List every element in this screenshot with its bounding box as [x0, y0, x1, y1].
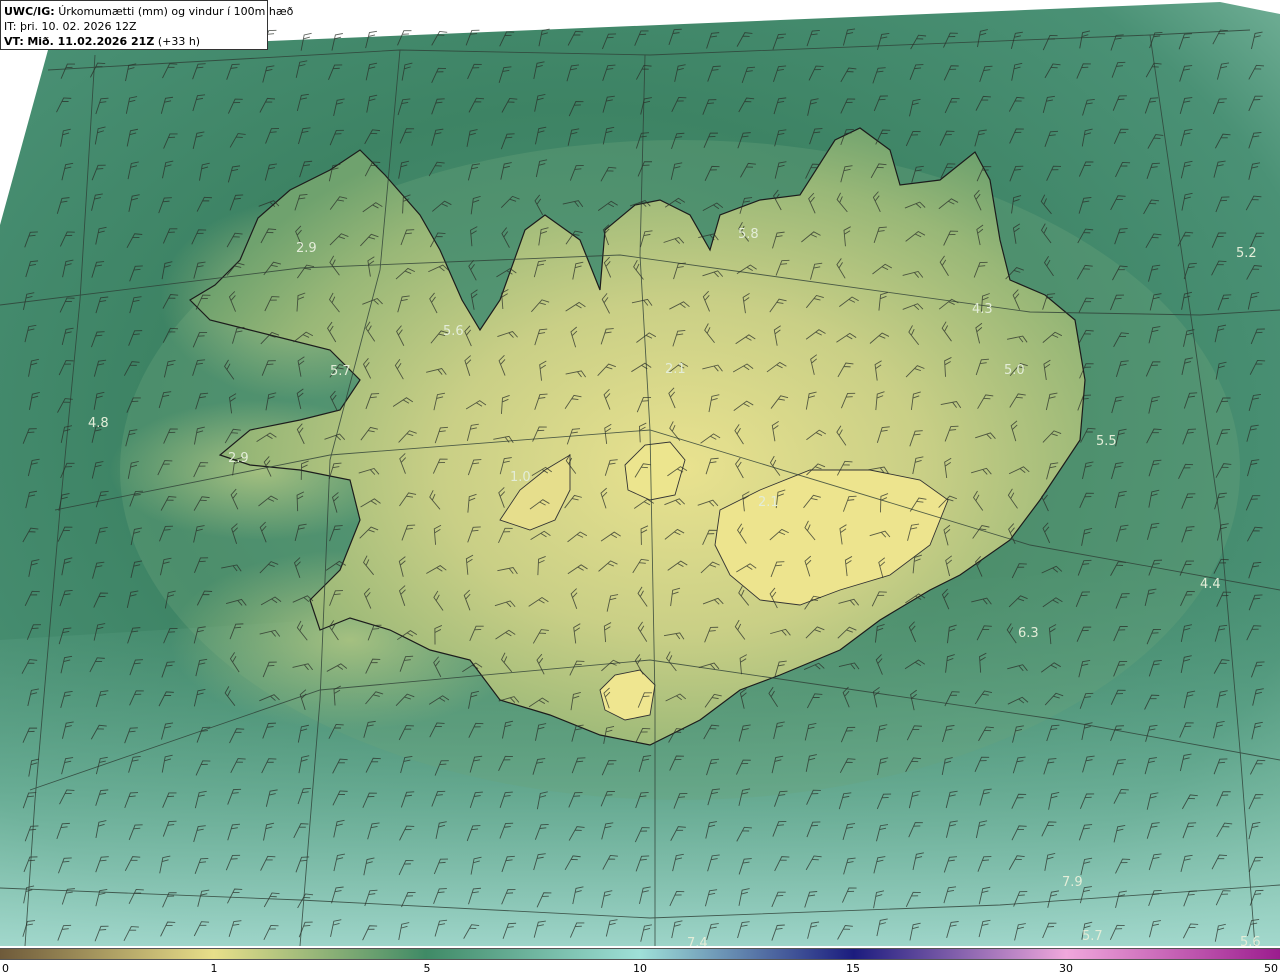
colorbar-tick: 50: [1264, 962, 1278, 975]
map-value-label: 2.9: [228, 451, 249, 466]
map-value-label: 4.4: [1200, 577, 1221, 592]
map-value-label: 7.9: [1062, 875, 1083, 890]
colorbar-tick: 10: [633, 962, 647, 975]
map-value-label: 5.0: [1004, 363, 1025, 378]
valid-time-line: VT: Mið. 11.02.2026 21Z (+33 h): [4, 34, 264, 49]
colorbar-tick: 30: [1059, 962, 1073, 975]
colorbar-tick: 15: [846, 962, 860, 975]
lead-time: (+33 h): [157, 35, 201, 48]
product-line: UWC/IG: Úrkomumætti (mm) og vindur í 100…: [4, 4, 293, 19]
init-prefix: IT:: [4, 20, 17, 33]
precipitation-map: 2.9 5.6 5.7 4.8 2.9 5.8 5.2 4.3 5.0 5.5 …: [0, 0, 1280, 946]
map-value-label: 7.4: [687, 936, 708, 946]
colorbar-tick: 5: [423, 962, 431, 975]
precipitation-colorbar: 0 1 5 10 15 30 50: [0, 946, 1280, 978]
product-description: Úrkomumætti (mm) og vindur í 100m hæð: [58, 5, 294, 18]
forecast-info-box: UWC/IG: Úrkomumætti (mm) og vindur í 100…: [0, 0, 293, 50]
map-value-label: 6.3: [1018, 626, 1039, 641]
product-code: UWC/IG:: [4, 5, 55, 18]
valid-prefix: VT:: [4, 35, 24, 48]
map-value-label: 2.9: [296, 241, 317, 256]
init-time: þri. 10. 02. 2026 12Z: [19, 20, 137, 33]
colorbar-tick: 1: [210, 962, 218, 975]
init-time-line: IT: þri. 10. 02. 2026 12Z: [4, 19, 264, 34]
valid-time: Mið. 11.02.2026 21Z: [27, 35, 155, 48]
map-value-label: 5.5: [1096, 434, 1117, 449]
map-value-label: 4.8: [88, 416, 109, 431]
map-value-label: 5.6: [1240, 935, 1261, 946]
map-value-label: 2.1: [665, 362, 686, 377]
colorbar-strip: [0, 948, 1280, 960]
map-value-label: 5.7: [330, 364, 351, 379]
map-value-label: 5.8: [738, 227, 759, 242]
map-value-label: 5.6: [443, 324, 464, 339]
colorbar-tick: 0: [2, 962, 9, 975]
map-value-label: 5.2: [1236, 246, 1257, 261]
map-value-label: 2.1: [758, 495, 779, 510]
map-value-label: 1.0: [510, 470, 531, 485]
map-value-label: 5.7: [1082, 929, 1103, 944]
map-value-label: 4.3: [972, 302, 993, 317]
